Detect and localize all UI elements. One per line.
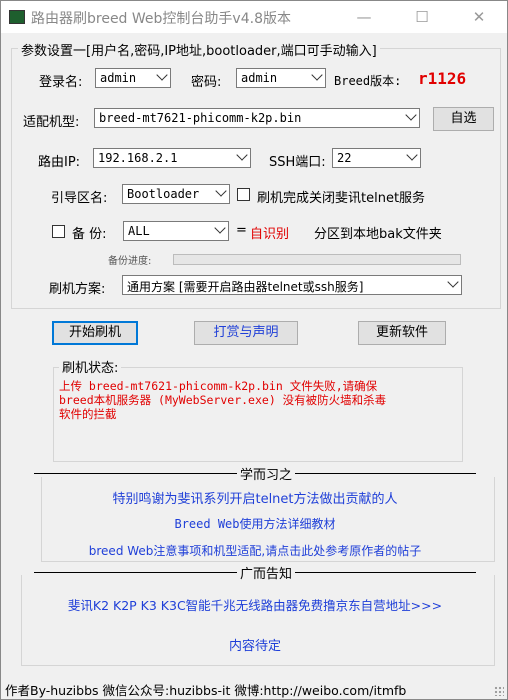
auto-detect-eq: =: [236, 223, 247, 238]
ssh-port-value: 22: [337, 151, 352, 165]
boot-partition-combo[interactable]: Bootloader: [122, 184, 230, 204]
update-button[interactable]: 更新软件: [358, 321, 446, 345]
auto-select-button[interactable]: 自选: [433, 107, 494, 131]
params-legend: 参数设置一[用户名,密码,IP地址,bootloader,端口可手动输入]: [18, 40, 380, 59]
model-combo[interactable]: breed-mt7621-phicomm-k2p.bin: [94, 108, 420, 128]
ads-link-tbd[interactable]: 内容待定: [1, 635, 507, 654]
donate-button[interactable]: 打赏与声明: [194, 321, 298, 345]
username-value: admin: [100, 71, 137, 85]
chevron-down-icon: [406, 149, 418, 161]
window-title: 路由器刷breed Web控制台助手v4.8版本: [31, 11, 291, 27]
close-telnet-checkbox[interactable]: [237, 188, 250, 201]
status-line-2: breed本机服务器 (MyWebServer.exe) 没有被防火墙和杀毒: [59, 393, 387, 407]
username-label: 登录名:: [39, 75, 83, 90]
backup-checkbox[interactable]: [52, 225, 65, 238]
title-bar[interactable]: 路由器刷breed Web控制台助手v4.8版本 — ☐ ✕: [1, 1, 507, 33]
model-value: breed-mt7621-phicomm-k2p.bin: [99, 111, 302, 125]
boot-partition-label: 引导区名:: [51, 191, 108, 206]
router-ip-combo[interactable]: 192.168.2.1: [93, 148, 251, 168]
boot-partition-value: Bootloader: [127, 187, 200, 201]
close-telnet-label: 刷机完成关闭斐讯telnet服务: [257, 191, 426, 206]
ssh-port-combo[interactable]: 22: [332, 148, 421, 168]
model-label: 适配机型:: [23, 115, 80, 130]
flash-scheme-label: 刷机方案:: [49, 282, 106, 297]
chevron-down-icon: [311, 69, 323, 81]
username-combo[interactable]: admin: [95, 68, 171, 88]
ads-link-jd[interactable]: 斐讯K2 K2P K3 K3C智能千兆无线路由器免费撸京东自营地址>>>: [1, 595, 507, 614]
router-ip-label: 路由IP:: [38, 155, 81, 170]
resize-grip-icon[interactable]: [494, 686, 504, 696]
breed-version-value: r1126: [418, 69, 467, 88]
app-icon: [9, 10, 25, 24]
maximize-button[interactable]: ☐: [399, 1, 445, 33]
backup-progress-label: 备份进度:: [108, 256, 152, 267]
status-line-3: 软件的拦截: [59, 407, 117, 421]
chevron-down-icon: [447, 276, 459, 288]
status-bar: 作者By-huzibbs 微信公众号:huzibbs-it 微博:http://…: [1, 675, 507, 699]
backup-label: 备 份:: [72, 227, 107, 242]
main-window: 路由器刷breed Web控制台助手v4.8版本 — ☐ ✕ 参数设置一[用户名…: [0, 0, 508, 700]
password-combo[interactable]: admin: [236, 68, 326, 88]
ssh-port-label: SSH端口:: [269, 155, 326, 170]
footer-author: 作者By-huzibbs 微信公众号:huzibbs-it 微博:http://…: [5, 683, 407, 698]
chevron-down-icon: [236, 149, 248, 161]
backup-description: 分区到本地bak文件夹: [314, 227, 442, 242]
password-value: admin: [241, 71, 278, 85]
close-button[interactable]: ✕: [456, 1, 502, 33]
auto-detect-label: 自识别: [250, 227, 290, 242]
learn-link-notes[interactable]: breed Web注意事项和机型适配,请点击此处参考原作者的帖子: [1, 542, 507, 559]
chevron-down-icon: [215, 185, 227, 197]
learn-link-tutorial[interactable]: Breed Web使用方法详细教材: [1, 515, 507, 532]
backup-progress-bar: [173, 254, 461, 265]
router-ip-value: 192.168.2.1: [98, 151, 178, 165]
chevron-down-icon: [156, 69, 168, 81]
flash-scheme-value: 通用方案 [需要开启路由器telnet或ssh服务]: [127, 280, 364, 294]
start-flash-button[interactable]: 开始刷机: [52, 321, 138, 345]
chevron-down-icon: [405, 109, 417, 121]
chevron-down-icon: [214, 222, 226, 234]
flash-scheme-combo[interactable]: 通用方案 [需要开启路由器telnet或ssh服务]: [122, 275, 462, 295]
minimize-button[interactable]: —: [341, 1, 387, 33]
breed-version-label: Breed版本:: [334, 74, 402, 88]
password-label: 密码:: [191, 75, 222, 90]
backup-combo[interactable]: ALL: [123, 221, 229, 241]
learn-link-thanks[interactable]: 特别鸣谢为斐讯系列开启telnet方法做出贡献的人: [1, 488, 507, 507]
backup-value: ALL: [128, 224, 150, 238]
status-line-1: 上传 breed-mt7621-phicomm-k2p.bin 文件失败,请确保: [59, 379, 378, 393]
status-title: 刷机状态:: [59, 357, 122, 376]
